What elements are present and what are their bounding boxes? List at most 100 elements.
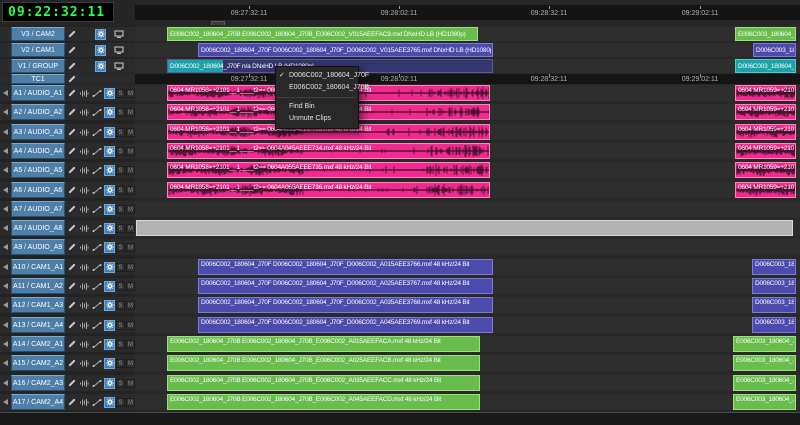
track-selector-button-a11[interactable]: A11 / CAM1_A2 xyxy=(11,278,65,294)
speaker-cell[interactable] xyxy=(1,317,10,333)
menu-item-d006c002-180604-j70f[interactable]: ✓D006C002_180604_J70F xyxy=(276,70,358,82)
track-gear-button[interactable] xyxy=(104,339,115,350)
track-selector-button-a15[interactable]: A15 / CAM2_A2 xyxy=(11,355,65,371)
audio-clip[interactable]: 0604 MR1058=+2101__1____t2== 0604A045AEE… xyxy=(167,143,490,159)
solo-button[interactable]: S xyxy=(116,340,125,349)
solo-button[interactable]: S xyxy=(116,243,125,252)
track-lane-a12[interactable]: D006C002_180604_J70F D006C002_180604_J70… xyxy=(135,297,800,313)
track-gear-button[interactable] xyxy=(104,204,115,215)
solo-button[interactable]: S xyxy=(116,379,125,388)
audio-clip[interactable]: D006C002_180604_J70F D006C002_180604_J70… xyxy=(198,297,493,313)
track-lane-v2[interactable]: D006C002_180604_J70F D006C002_180604_J70… xyxy=(135,43,800,57)
mute-button[interactable]: M xyxy=(126,282,135,291)
track-selector-button-a12[interactable]: A12 / CAM1_A3 xyxy=(11,297,65,313)
waveform-toggle-button[interactable] xyxy=(78,397,90,407)
waveform-toggle-button[interactable] xyxy=(78,242,90,252)
track-lane-a4[interactable]: 0604 MR1058=+2101__1____t2== 0604A045AEE… xyxy=(135,143,800,159)
mute-button[interactable]: M xyxy=(126,224,135,233)
track-gear-button[interactable] xyxy=(104,262,115,273)
monitor-button[interactable] xyxy=(113,45,125,55)
track-lane-a13[interactable]: D006C002_180604_J70F D006C002_180604_J70… xyxy=(135,317,800,333)
mute-button[interactable]: M xyxy=(126,340,135,349)
track-gear-button[interactable] xyxy=(104,358,115,369)
track-gear-button[interactable] xyxy=(104,146,115,157)
mute-button[interactable]: M xyxy=(126,243,135,252)
audio-clip[interactable]: E006C002_180604_J70B E006C002_180604_J70… xyxy=(167,336,480,352)
audio-clip[interactable]: E006C002_180604_J70B E006C002_180604_J70… xyxy=(167,394,480,410)
track-gear-button[interactable] xyxy=(104,107,115,118)
audio-clip[interactable]: E006C003_180604_J70B xyxy=(733,336,796,352)
speaker-cell[interactable] xyxy=(1,375,10,391)
track-lane-a11[interactable]: D006C002_180604_J70F D006C002_180604_J70… xyxy=(135,278,800,294)
speaker-cell[interactable] xyxy=(1,297,10,313)
waveform-toggle-button[interactable] xyxy=(78,281,90,291)
track-lane-a6[interactable]: 0604 MR1058=+2101__1____t2== 0604A065AEE… xyxy=(135,182,800,198)
track-gear-button[interactable] xyxy=(104,320,115,331)
track-gear-button[interactable] xyxy=(104,185,115,196)
audio-clip[interactable]: 0604 MR1059=+2101 xyxy=(735,143,796,159)
track-selector-button-tc1[interactable]: TC1 xyxy=(11,74,65,84)
patch-button[interactable] xyxy=(91,127,103,137)
speaker-cell[interactable] xyxy=(1,182,10,198)
track-selector-button-a1[interactable]: A1 / AUDIO_A1 xyxy=(11,85,65,101)
track-selector-button-a5[interactable]: A5 / AUDIO_A5 xyxy=(11,162,65,178)
waveform-toggle-button[interactable] xyxy=(78,320,90,330)
waveform-toggle-button[interactable] xyxy=(78,107,90,117)
audio-clip[interactable]: 0604 MR1058=+2101__1____t2== 0604A065AEE… xyxy=(167,182,490,198)
patch-button[interactable] xyxy=(91,88,103,98)
video-clip[interactable]: D006C003_180604_J70F xyxy=(753,43,796,57)
patch-button[interactable] xyxy=(91,185,103,195)
speaker-cell[interactable] xyxy=(1,336,10,352)
waveform-toggle-button[interactable] xyxy=(78,378,90,388)
audio-clip[interactable]: D006C003_180604_J70F xyxy=(752,278,796,294)
track-lane-a9[interactable] xyxy=(135,239,800,255)
speaker-cell[interactable] xyxy=(1,220,10,236)
track-gear-button[interactable] xyxy=(104,378,115,389)
track-selector-button-a6[interactable]: A6 / AUDIO_A6 xyxy=(11,182,65,198)
track-selector-button-a14[interactable]: A14 / CAM2_A1 xyxy=(11,336,65,352)
track-selector-button-a17[interactable]: A17 / CAM2_A4 xyxy=(11,394,65,410)
waveform-toggle-button[interactable] xyxy=(78,165,90,175)
speaker-cell[interactable] xyxy=(1,259,10,275)
audio-clip[interactable]: D006C002_180604_J70F D006C002_180604_J70… xyxy=(198,317,493,333)
patch-button[interactable] xyxy=(91,146,103,156)
mute-button[interactable]: M xyxy=(126,89,135,98)
patch-button[interactable] xyxy=(91,397,103,407)
audio-clip[interactable]: E006C003_180604_J70B xyxy=(733,394,796,410)
waveform-toggle-button[interactable] xyxy=(78,146,90,156)
patch-button[interactable] xyxy=(91,378,103,388)
speaker-cell[interactable] xyxy=(1,239,10,255)
waveform-toggle-button[interactable] xyxy=(78,185,90,195)
track-lane-a7[interactable] xyxy=(135,201,800,217)
track-selector-button-a16[interactable]: A16 / CAM2_A3 xyxy=(11,375,65,391)
waveform-toggle-button[interactable] xyxy=(78,88,90,98)
solo-button[interactable]: S xyxy=(116,186,125,195)
audio-clip[interactable]: D006C003_180604_J70F xyxy=(752,317,796,333)
track-selector-button-a2[interactable]: A2 / AUDIO_A2 xyxy=(11,104,65,120)
track-selector-button-v2[interactable]: V2 / CAM1 xyxy=(11,43,65,57)
track-lane-a1[interactable]: 0604 MR1058=+2101__1____t2== 0604A015AEE… xyxy=(135,85,800,101)
waveform-toggle-button[interactable] xyxy=(78,223,90,233)
track-gear-button[interactable] xyxy=(104,165,115,176)
mute-button[interactable]: M xyxy=(126,147,135,156)
speaker-cell[interactable] xyxy=(1,201,10,217)
track-lane-a17[interactable]: E006C002_180604_J70B E006C002_180604_J70… xyxy=(135,394,800,410)
menu-item-find-bin[interactable]: Find Bin xyxy=(276,101,358,113)
audio-clip[interactable]: E006C003_180604_J70B xyxy=(733,375,796,391)
audio-clip[interactable]: 0604 MR1059=+2101 xyxy=(735,124,796,140)
patch-button[interactable] xyxy=(91,262,103,272)
audio-clip[interactable]: 0604 MR1059=+2101 xyxy=(735,104,796,120)
patch-button[interactable] xyxy=(91,107,103,117)
track-gear-button[interactable] xyxy=(104,281,115,292)
menu-item-e006c002-180604-j70b[interactable]: E006C002_180604_J70B xyxy=(276,82,358,94)
audio-clip[interactable]: D006C002_180604_J70F D006C002_180604_J70… xyxy=(198,259,493,275)
track-gear-button[interactable] xyxy=(104,88,115,99)
audio-clip[interactable]: E006C002_180604_J70B E006C002_180604_J70… xyxy=(167,355,480,371)
mute-button[interactable]: M xyxy=(126,379,135,388)
solo-button[interactable]: S xyxy=(116,89,125,98)
audio-clip[interactable]: E006C002_180604_J70B E006C002_180604_J70… xyxy=(167,375,480,391)
audio-clip[interactable]: 0604 MR1059=+2101 xyxy=(735,85,796,101)
track-selector-button-a9[interactable]: A9 / AUDIO_A9 xyxy=(11,239,65,255)
speaker-cell[interactable] xyxy=(1,85,10,101)
monitor-button[interactable] xyxy=(113,29,125,39)
